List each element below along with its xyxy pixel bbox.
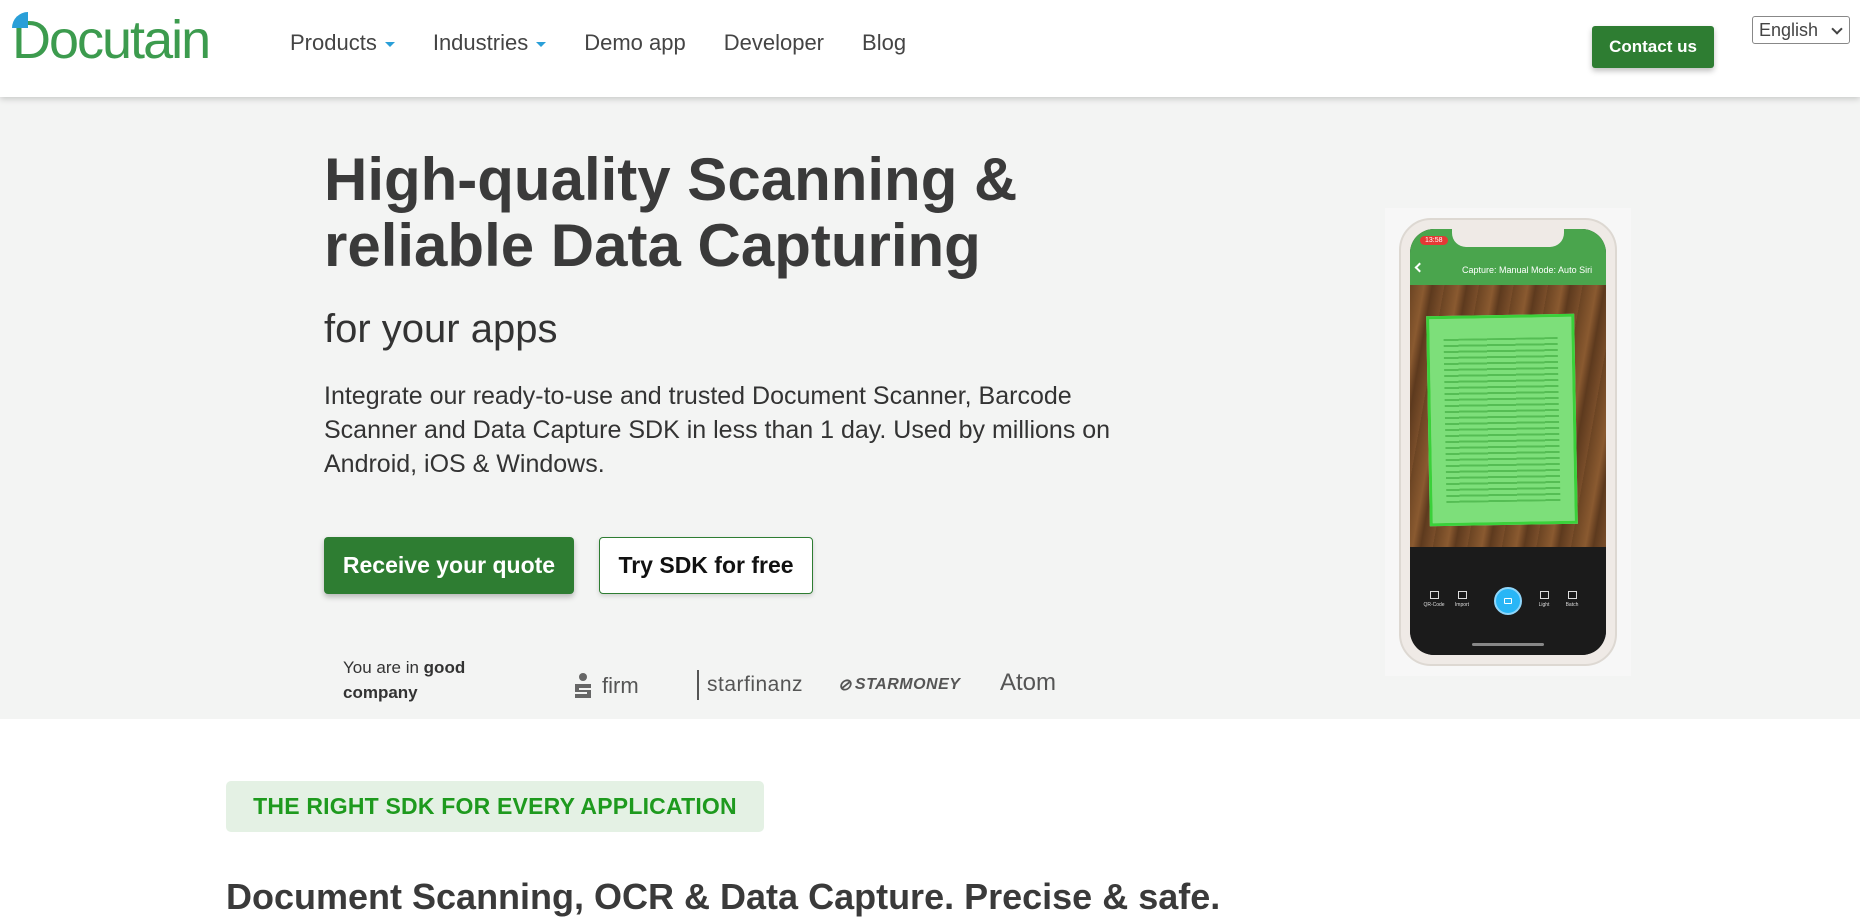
section-tag: THE RIGHT SDK FOR EVERY APPLICATION	[226, 781, 764, 832]
detection-overlay	[1429, 316, 1575, 524]
tool-import: Import	[1450, 591, 1474, 608]
nav-demo-app-label: Demo app	[584, 30, 686, 55]
nav-industries-label: Industries	[432, 30, 529, 55]
docutain-logo[interactable]: Docutain	[12, 10, 211, 70]
tool-import-label: Import	[1454, 602, 1470, 608]
qr-code-icon	[1429, 591, 1439, 599]
hero-title: High-quality Scanning & reliable Data Ca…	[324, 147, 1124, 279]
language-select-value: English	[1759, 19, 1819, 40]
nav-products[interactable]: Products	[290, 30, 395, 56]
contact-us-button[interactable]: Contact us	[1592, 26, 1714, 68]
chevron-down-icon	[1831, 23, 1843, 35]
nav-products-label: Products	[290, 30, 377, 55]
phone-body: 13:58 Capture: Manual Mode: Auto Siri QR…	[1399, 218, 1617, 666]
detected-document	[1426, 313, 1578, 527]
light-bulb-icon	[1539, 591, 1549, 599]
language-select[interactable]: English	[1752, 16, 1850, 44]
chevron-down-icon	[536, 42, 547, 47]
nav-blog[interactable]: Blog	[862, 30, 906, 56]
tool-light: Light	[1532, 591, 1556, 608]
scanner-bottom-bar: QR-Code Import Light Batch	[1410, 547, 1606, 655]
home-indicator	[1472, 643, 1544, 646]
phone-statusbar: 13:58	[1410, 229, 1606, 255]
phone-screen: 13:58 Capture: Manual Mode: Auto Siri QR…	[1410, 229, 1606, 655]
main-nav: Products Industries Demo app Developer B…	[290, 30, 944, 56]
hero-title-line1: High-quality Scanning &	[324, 146, 1018, 213]
receive-quote-button[interactable]: Receive your quote	[324, 537, 574, 594]
partner-atom-label: Atom	[1000, 669, 1057, 696]
batch-icon	[1567, 591, 1577, 599]
partner-logo-atom: Atom	[1000, 669, 1056, 697]
site-header: Docutain Products Industries Demo app De…	[0, 0, 1860, 97]
tool-qr-code: QR-Code	[1422, 591, 1446, 608]
nav-blog-label: Blog	[862, 30, 907, 55]
scanner-toolbar-text: Capture: Manual Mode: Auto Siri	[1462, 265, 1593, 275]
partner-logo-sparkasse-firm: firm	[572, 672, 639, 700]
folder-icon	[1457, 591, 1467, 599]
back-arrow-icon	[1414, 262, 1425, 273]
tool-light-label: Light	[1538, 602, 1550, 608]
nav-developer[interactable]: Developer	[724, 30, 824, 56]
try-sdk-button[interactable]: Try SDK for free	[599, 537, 813, 594]
nav-developer-label: Developer	[723, 30, 825, 55]
hero-description: Integrate our ready-to-use and trusted D…	[324, 382, 1111, 478]
tool-batch: Batch	[1560, 591, 1584, 608]
partner-starfinanz-label: starfinanz	[707, 673, 804, 696]
hero-subtitle: for your apps	[324, 307, 558, 351]
partner-logo-starfinanz: starfinanz	[697, 670, 803, 700]
nav-industries[interactable]: Industries	[432, 30, 547, 56]
camera-preview	[1410, 285, 1606, 547]
sparkasse-icon	[575, 673, 591, 698]
logo-text: Docutain	[12, 10, 211, 70]
good-company-text: You are in good company	[343, 655, 503, 705]
partner-starmoney-label: STARMONEY	[854, 676, 961, 693]
chevron-down-icon	[384, 42, 395, 47]
phone-time: 13:58	[1420, 236, 1448, 245]
tool-qr-code-label: QR-Code	[1423, 602, 1445, 608]
section-title: Document Scanning, OCR & Data Capture. P…	[226, 876, 1221, 917]
nav-demo-app[interactable]: Demo app	[584, 30, 686, 56]
partner-firm-label: firm	[602, 673, 639, 698]
scanner-toolbar: Capture: Manual Mode: Auto Siri	[1410, 255, 1606, 285]
shutter-button	[1494, 587, 1522, 615]
starmoney-swirl-icon: ⊘	[838, 677, 852, 694]
tool-batch-label: Batch	[1565, 602, 1579, 608]
hero-title-line2: reliable Data Capturing	[324, 212, 981, 279]
phone-mockup-image: 13:58 Capture: Manual Mode: Auto Siri QR…	[1385, 208, 1631, 676]
company-prefix: You are in	[343, 658, 424, 677]
partner-logo-starmoney: ⊘ STARMONEY	[838, 675, 960, 695]
phone-notch	[1452, 229, 1564, 247]
camera-icon	[1504, 598, 1512, 604]
